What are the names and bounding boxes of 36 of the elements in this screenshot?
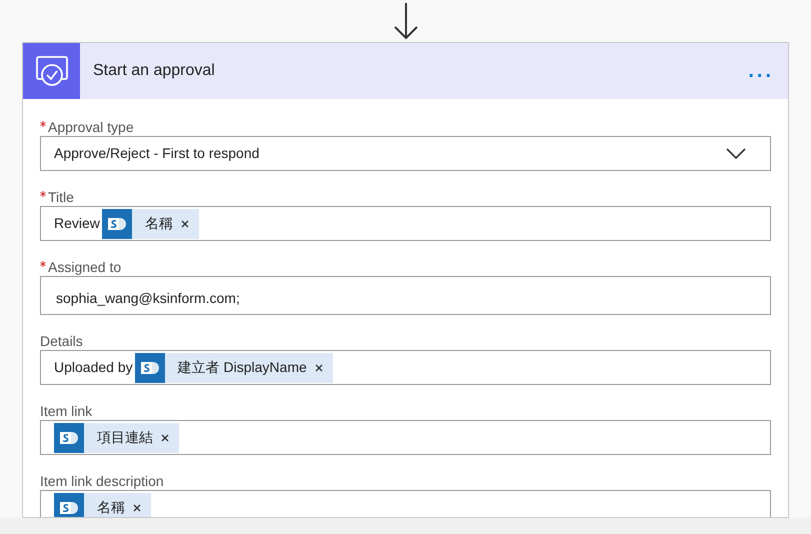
dynamic-content-token[interactable]: 建立者 DisplayName [134, 352, 333, 382]
remove-icon[interactable] [161, 434, 169, 442]
dropdown-field[interactable]: Approve/Reject - First to respond [40, 136, 771, 171]
remove-icon[interactable] [314, 364, 323, 372]
card-title: Start an approval [93, 61, 215, 81]
field-label: Assigned to [48, 259, 122, 275]
field-label: Approval type [48, 119, 134, 135]
input-field[interactable]: Uploaded by 建立者 DisplayName [40, 350, 771, 385]
card-header[interactable]: Start an approval ... [23, 43, 788, 99]
dynamic-content-token[interactable]: 項目連結 [54, 422, 179, 452]
input-field[interactable]: sophia_wang@ksinform.com; [40, 276, 771, 315]
chevron-down-icon [726, 148, 746, 159]
token-label: 建立者 DisplayName [178, 358, 307, 377]
remove-icon[interactable] [180, 220, 189, 228]
dynamic-content-token[interactable]: 名稱 [102, 208, 199, 238]
token-label: 名稱 [144, 214, 173, 233]
input-field[interactable]: Review 名稱 [40, 206, 771, 241]
down-arrow-icon [392, 2, 418, 40]
field-text: sophia_wang@ksinform.com; [56, 289, 240, 308]
field-text: Approve/Reject - First to respond [54, 144, 260, 163]
field-label: Title [48, 189, 74, 205]
sharepoint-icon [54, 422, 84, 452]
field-text: Review [54, 214, 100, 233]
field-label: Item link description [40, 473, 164, 489]
token-label: 項目連結 [97, 428, 153, 447]
sharepoint-icon [134, 352, 165, 382]
dynamic-content-token[interactable]: 名稱 [54, 492, 151, 517]
input-field[interactable]: 項目連結 [40, 420, 771, 455]
more-options-button[interactable]: ... [748, 61, 774, 81]
input-field[interactable]: 名稱 [40, 490, 771, 517]
token-label: 名稱 [97, 498, 125, 517]
remove-icon[interactable] [133, 504, 141, 512]
field-label: Item link [40, 403, 92, 419]
field-label: Details [40, 333, 83, 349]
sharepoint-icon [102, 208, 132, 238]
field-text: Uploaded by [54, 358, 133, 377]
